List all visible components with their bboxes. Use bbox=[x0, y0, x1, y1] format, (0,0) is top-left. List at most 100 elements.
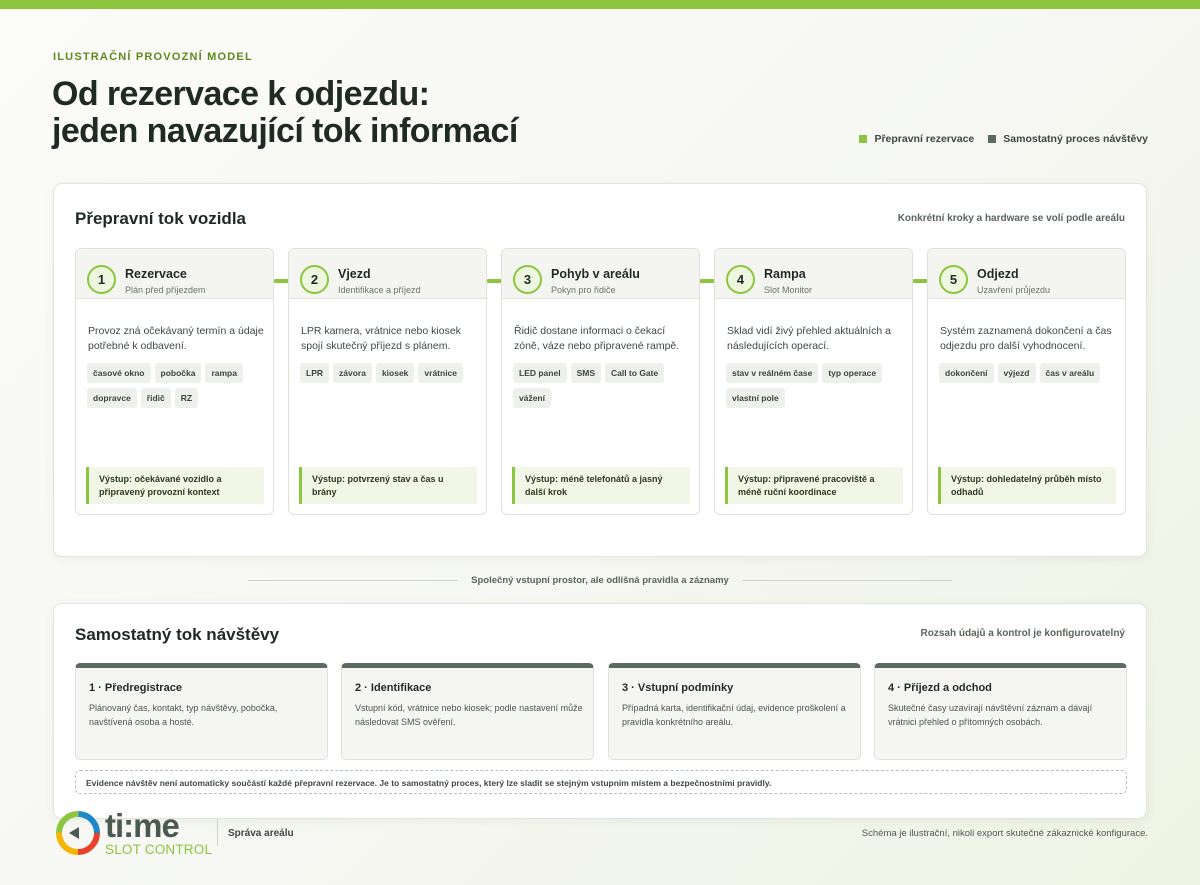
tag: SMS bbox=[570, 363, 601, 383]
step-description: Řidič dostane informaci o čekací zóně, v… bbox=[514, 325, 680, 352]
legend-swatch-green bbox=[859, 135, 868, 143]
time-slot-control-logo: ti:me SLOT CONTROL bbox=[53, 806, 213, 860]
step-name: Vjezd bbox=[338, 267, 371, 281]
step-connector bbox=[487, 279, 502, 283]
step-description: Systém zaznamená dokončení a čas odjezdu… bbox=[940, 325, 1112, 352]
flow-step-ramp: 4 Rampa Slot Monitor Sklad vidí živý pře… bbox=[714, 248, 913, 515]
step-name: Rampa bbox=[764, 267, 806, 281]
legend-item-transport: Přepravní rezervace bbox=[859, 133, 974, 145]
footer-tagline: Správa areálu bbox=[228, 828, 294, 839]
step-subtitle: Pokyn pro řidiče bbox=[551, 285, 616, 295]
tag: Call to Gate bbox=[604, 363, 665, 383]
step-header: 1 Rezervace Plán před příjezdem bbox=[76, 249, 273, 299]
step-description: Sklad vidí živý přehled aktuálních a nás… bbox=[727, 325, 892, 352]
flow-step-reservation: 1 Rezervace Plán před příjezdem Provoz z… bbox=[75, 248, 274, 515]
logo-subtitle: SLOT CONTROL bbox=[105, 842, 213, 857]
step-number-badge: 2 bbox=[300, 265, 329, 294]
tag: pobočka bbox=[154, 363, 202, 383]
legend-label: Samostatný proces návštěvy bbox=[1003, 133, 1148, 145]
legend-label: Přepravní rezervace bbox=[874, 133, 975, 145]
step-header: 4 Rampa Slot Monitor bbox=[715, 249, 912, 299]
visit-card-entry-conditions: 3 · Vstupní podmínky Případná karta, ide… bbox=[608, 663, 861, 760]
visit-card-description: Případná karta, identifikační údaj, evid… bbox=[622, 703, 846, 727]
visit-flow-title: Samostatný tok návštěvy bbox=[75, 625, 280, 644]
footer-separator bbox=[217, 818, 218, 846]
top-accent-bar bbox=[0, 0, 1200, 9]
visit-flow-note: Rozsah údajů a kontrol je konfigurovatel… bbox=[920, 628, 1125, 639]
tag: vrátnice bbox=[418, 363, 464, 383]
step-subtitle: Plán před příjezdem bbox=[125, 285, 206, 295]
visit-card-title: 2 · Identifikace bbox=[355, 682, 432, 694]
legend: Přepravní rezervace Samostatný proces ná… bbox=[859, 133, 1148, 145]
tag: závora bbox=[333, 363, 372, 383]
visit-footnote: Evidence návštěv není automaticky součás… bbox=[75, 770, 1127, 794]
vehicle-flow-panel: Přepravní tok vozidla Konkrétní kroky a … bbox=[53, 183, 1147, 557]
tag: výjezd bbox=[997, 363, 1036, 383]
step-name: Pohyb v areálu bbox=[551, 267, 640, 281]
visit-card-preregistration: 1 · Předregistrace Plánovaný čas, kontak… bbox=[75, 663, 328, 760]
step-description: Provoz zná očekávaný termín a údaje potř… bbox=[88, 325, 264, 352]
page-title-line-2: jeden navazující tok informací bbox=[52, 112, 518, 150]
tag: časové okno bbox=[87, 363, 151, 383]
visit-card-identification: 2 · Identifikace Vstupní kód, vrátnice n… bbox=[341, 663, 594, 760]
step-description: LPR kamera, vrátnice nebo kiosek spojí s… bbox=[301, 325, 461, 352]
flow-step-departure: 5 Odjezd Uzavření průjezdu Systém zaznam… bbox=[927, 248, 1126, 515]
step-number-badge: 3 bbox=[513, 265, 542, 294]
visit-card-title: 1 · Předregistrace bbox=[89, 682, 182, 694]
step-output: Výstup: dohledatelný průběh místo odhadů bbox=[938, 467, 1116, 504]
tag: čas v areálu bbox=[1039, 363, 1101, 383]
step-number-badge: 4 bbox=[726, 265, 755, 294]
logo-wordmark: ti:me bbox=[105, 807, 180, 844]
step-tags: dokončení výjezd čas v areálu bbox=[939, 363, 1121, 383]
step-name: Rezervace bbox=[125, 267, 187, 281]
logo-clock-icon bbox=[56, 811, 100, 855]
step-tags: LED panel SMS Call to Gate vážení bbox=[513, 363, 695, 408]
eyebrow-label: ILUSTRAČNÍ PROVOZNÍ MODEL bbox=[53, 51, 253, 63]
divider-label: Společný vstupní prostor, ale odlišná pr… bbox=[471, 575, 729, 586]
visit-card-title: 3 · Vstupní podmínky bbox=[622, 682, 734, 694]
vehicle-flow-title: Přepravní tok vozidla bbox=[75, 209, 246, 228]
step-tags: stav v reálném čase typ operace vlastní … bbox=[726, 363, 908, 408]
visit-card-arrival-departure: 4 · Příjezd a odchod Skutečné časy uzaví… bbox=[874, 663, 1127, 760]
step-number-badge: 1 bbox=[87, 265, 116, 294]
visit-card-description: Plánovaný čas, kontakt, typ návštěvy, po… bbox=[89, 703, 278, 727]
tag: stav v reálném čase bbox=[726, 363, 819, 383]
step-connector bbox=[913, 279, 928, 283]
tag: vážení bbox=[513, 388, 551, 408]
step-output: Výstup: potvrzený stav a čas u brány bbox=[299, 467, 477, 504]
step-subtitle: Identifikace a příjezd bbox=[338, 285, 421, 295]
step-name: Odjezd bbox=[977, 267, 1019, 281]
visit-card-description: Vstupní kód, vrátnice nebo kiosek; podle… bbox=[355, 703, 583, 727]
visit-card-title: 4 · Příjezd a odchod bbox=[888, 682, 992, 694]
visit-flow-panel: Samostatný tok návštěvy Rozsah údajů a k… bbox=[53, 603, 1147, 819]
tag: rampa bbox=[205, 363, 243, 383]
step-output: Výstup: méně telefonátů a jasný další kr… bbox=[512, 467, 690, 504]
step-header: 3 Pohyb v areálu Pokyn pro řidiče bbox=[502, 249, 699, 299]
page-title: Od rezervace k odjezdu: jeden navazující… bbox=[52, 76, 518, 150]
tag: LED panel bbox=[513, 363, 567, 383]
tag: vlastní pole bbox=[726, 388, 785, 408]
step-connector bbox=[274, 279, 289, 283]
step-tags: časové okno pobočka rampa dopravce řidič… bbox=[87, 363, 269, 408]
tag: dopravce bbox=[87, 388, 137, 408]
step-subtitle: Slot Monitor bbox=[764, 285, 813, 295]
step-tags: LPR závora kiosek vrátnice bbox=[300, 363, 482, 383]
tag: typ operace bbox=[822, 363, 883, 383]
vehicle-flow-note: Konkrétní kroky a hardware se volí podle… bbox=[897, 213, 1125, 224]
step-subtitle: Uzavření průjezdu bbox=[977, 285, 1051, 295]
step-header: 2 Vjezd Identifikace a příjezd bbox=[289, 249, 486, 299]
legend-swatch-gray bbox=[988, 135, 997, 143]
tag: RZ bbox=[174, 388, 199, 408]
step-header: 5 Odjezd Uzavření průjezdu bbox=[928, 249, 1125, 299]
step-output: Výstup: připravené pracoviště a méně ruč… bbox=[725, 467, 903, 504]
visit-card-description: Skutečné časy uzavírají návštěvní záznam… bbox=[888, 703, 1093, 727]
page-title-line-1: Od rezervace k odjezdu: bbox=[52, 75, 430, 113]
step-number-badge: 5 bbox=[939, 265, 968, 294]
flow-step-yard-movement: 3 Pohyb v areálu Pokyn pro řidiče Řidič … bbox=[501, 248, 700, 515]
legend-item-visit: Samostatný proces návštěvy bbox=[988, 133, 1148, 145]
tag: řidič bbox=[140, 388, 171, 408]
tag: LPR bbox=[300, 363, 329, 383]
tag: kiosek bbox=[375, 363, 415, 383]
tag: dokončení bbox=[939, 363, 994, 383]
flow-step-entry: 2 Vjezd Identifikace a příjezd LPR kamer… bbox=[288, 248, 487, 515]
